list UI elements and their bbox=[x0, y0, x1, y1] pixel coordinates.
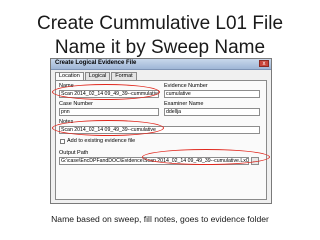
tab-bar: Location Logical Format bbox=[55, 72, 138, 80]
evidence-number-label: Evidence Number bbox=[164, 83, 208, 89]
examiner-name-field[interactable]: ddellja bbox=[164, 108, 260, 116]
case-number-field[interactable]: pnn bbox=[59, 108, 159, 116]
slide-caption: Name based on sweep, fill notes, goes to… bbox=[51, 214, 269, 224]
tab-logical[interactable]: Logical bbox=[84, 72, 111, 80]
tab-format[interactable]: Format bbox=[111, 72, 137, 80]
notes-highlight-ellipse bbox=[52, 120, 164, 136]
dialog-titlebar: Create Logical Evidence File x bbox=[51, 59, 271, 70]
slide-title-line-2: Name it by Sweep Name bbox=[54, 37, 266, 58]
output-path-highlight-ellipse bbox=[142, 149, 270, 165]
add-existing-checkbox[interactable] bbox=[60, 139, 65, 144]
output-path-label: Output Path bbox=[59, 150, 89, 156]
close-icon[interactable]: x bbox=[259, 60, 269, 67]
examiner-name-label: Examiner Name bbox=[164, 101, 204, 107]
name-highlight-ellipse bbox=[52, 84, 160, 100]
slide-title-line-1: Create Cummulative L01 File bbox=[36, 13, 284, 34]
evidence-number-field[interactable]: cumulative bbox=[164, 90, 260, 98]
dialog-title: Create Logical Evidence File bbox=[55, 60, 137, 66]
tab-location[interactable]: Location bbox=[55, 72, 84, 80]
case-number-label: Case Number bbox=[59, 101, 93, 107]
slide-title: Create Cummulative L01 File Name it by S… bbox=[0, 12, 320, 60]
add-existing-label: Add to existing evidence file bbox=[67, 138, 136, 144]
